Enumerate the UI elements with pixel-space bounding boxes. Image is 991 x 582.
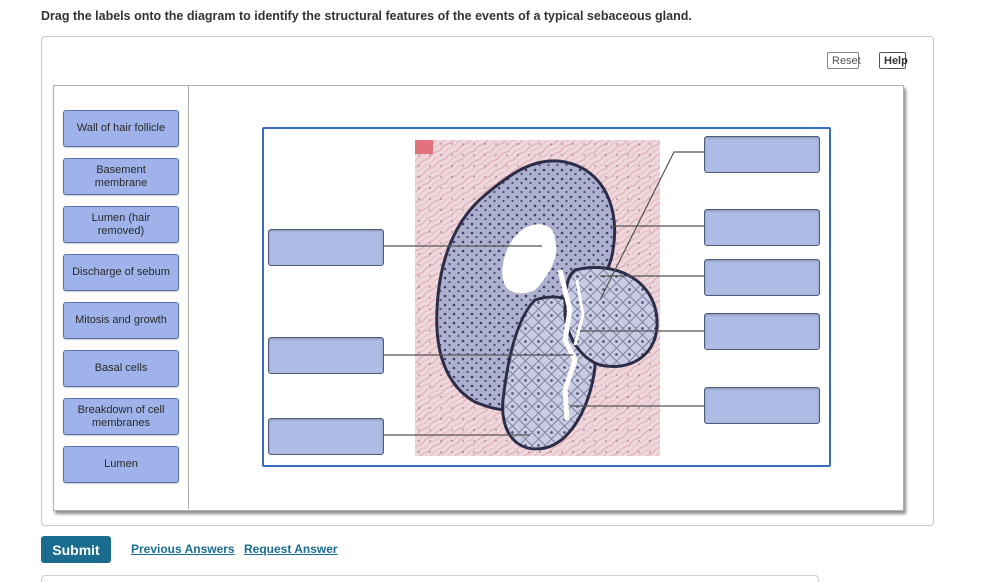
drop-target-right-5[interactable] (704, 387, 820, 424)
drop-target-left-3[interactable] (268, 418, 384, 455)
help-button[interactable]: Help (879, 52, 908, 69)
drop-target-right-2[interactable] (704, 209, 820, 246)
label-mitosis-and-growth[interactable]: Mitosis and growth (63, 302, 179, 339)
label-wall-of-hair-follicle[interactable]: Wall of hair follicle (63, 110, 179, 147)
label-lumen[interactable]: Lumen (63, 446, 179, 483)
label-breakdown-of-cell-membranes[interactable]: Breakdown of cell membranes (63, 398, 179, 435)
label-basal-cells[interactable]: Basal cells (63, 350, 179, 387)
drop-target-right-4[interactable] (704, 313, 820, 350)
drop-target-right-3[interactable] (704, 259, 820, 296)
drop-target-right-1[interactable] (704, 136, 820, 173)
label-discharge-of-sebum[interactable]: Discharge of sebum (63, 254, 179, 291)
previous-answers-link[interactable]: Previous Answers (131, 542, 235, 556)
label-lumen-hair-removed[interactable]: Lumen (hair removed) (63, 206, 179, 243)
drop-target-left-2[interactable] (268, 337, 384, 374)
sebaceous-gland-illustration (415, 140, 660, 456)
submit-button[interactable]: Submit (41, 536, 111, 563)
reset-button[interactable]: Reset (827, 52, 861, 69)
instruction-text: Drag the labels onto the diagram to iden… (41, 9, 692, 23)
request-answer-link[interactable]: Request Answer (244, 542, 338, 556)
label-basement-membrane[interactable]: Basement membrane (63, 158, 179, 195)
label-bank: Wall of hair follicle Basement membrane … (53, 85, 189, 509)
drop-target-left-1[interactable] (268, 229, 384, 266)
